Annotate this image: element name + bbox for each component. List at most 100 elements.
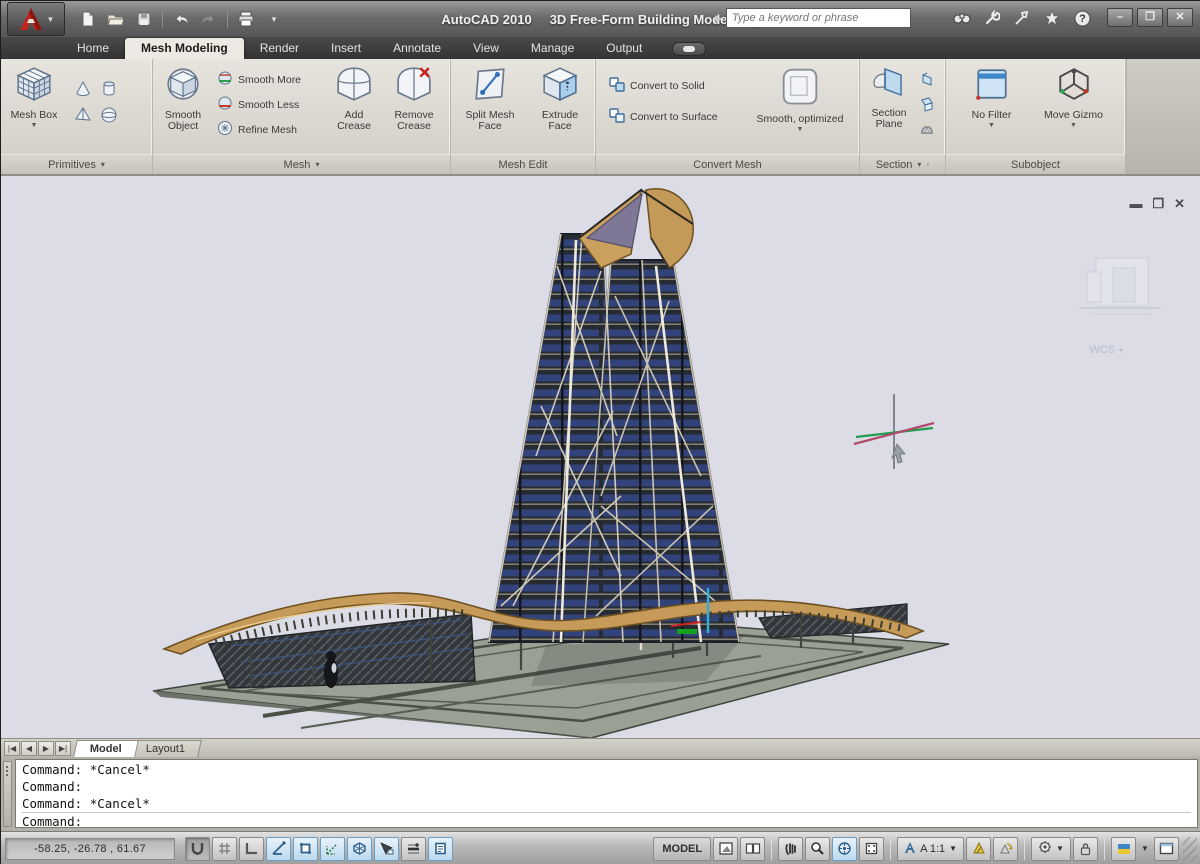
mesh-box-button[interactable]: Mesh Box ▼ xyxy=(1,63,67,131)
plot-button[interactable] xyxy=(233,7,259,31)
open-button[interactable] xyxy=(103,7,129,31)
tab-manage[interactable]: Manage xyxy=(515,38,590,59)
live-section-button[interactable] xyxy=(916,69,938,91)
favorites-star-icon[interactable] xyxy=(1041,7,1063,29)
extrude-face-button[interactable]: Extrude Face xyxy=(531,63,589,134)
panel-title-mesh[interactable]: Mesh ▾ xyxy=(153,154,450,174)
quick-view-drawings-button[interactable] xyxy=(740,837,765,861)
panel-launcher-arrow-icon[interactable]: ◦ xyxy=(926,160,929,169)
move-gizmo-button[interactable]: Move Gizmo ▼ xyxy=(1037,63,1111,131)
viewport-minimize-icon[interactable]: ▬ xyxy=(1129,196,1142,212)
save-button[interactable] xyxy=(131,7,157,31)
panel-title-mesh-edit[interactable]: Mesh Edit xyxy=(451,154,595,174)
last-layout-button[interactable]: ▶| xyxy=(55,741,71,756)
model-space-button[interactable]: MODEL xyxy=(653,837,711,861)
qat-customize-arrow[interactable]: ▼ xyxy=(261,7,287,31)
command-prompt[interactable]: Command: xyxy=(22,812,1191,829)
clean-screen-button[interactable] xyxy=(1154,837,1179,861)
application-status-menu-button[interactable] xyxy=(1111,837,1136,861)
lineweight-toggle[interactable] xyxy=(401,837,426,861)
mesh-sphere-button[interactable] xyxy=(97,103,121,127)
panel-title-convert-mesh[interactable]: Convert Mesh xyxy=(596,154,859,174)
quick-properties-toggle[interactable] xyxy=(428,837,453,861)
restore-button[interactable]: ❐ xyxy=(1137,8,1163,27)
workspace-switching-button[interactable]: ▼ xyxy=(1031,837,1071,861)
viewport-restore-icon[interactable]: ❐ xyxy=(1152,196,1164,212)
mesh-box-dropdown-arrow[interactable]: ▼ xyxy=(31,122,38,129)
tab-mesh-modeling[interactable]: Mesh Modeling xyxy=(125,38,244,59)
smooth-object-button[interactable]: Smooth Object xyxy=(153,63,213,134)
panel-flyout-arrow-icon[interactable]: ▾ xyxy=(917,160,921,169)
help-icon[interactable]: ? xyxy=(1071,7,1093,29)
tab-model[interactable]: Model xyxy=(73,740,138,757)
smooth-optimized-dropdown-arrow[interactable]: ▼ xyxy=(797,126,804,133)
move-gizmo-dropdown-arrow[interactable]: ▼ xyxy=(1070,122,1077,129)
tab-render[interactable]: Render xyxy=(244,38,315,59)
convert-to-solid-button[interactable]: Convert to Solid xyxy=(604,75,746,97)
tab-output[interactable]: Output xyxy=(590,38,658,59)
minimize-ribbon-button[interactable] xyxy=(672,42,706,56)
zoom-button[interactable] xyxy=(805,837,830,861)
ortho-toggle[interactable] xyxy=(239,837,264,861)
qnew-button[interactable] xyxy=(75,7,101,31)
dyn-toggle[interactable] xyxy=(374,837,399,861)
subscription-wrench-icon[interactable] xyxy=(981,7,1003,29)
next-layout-button[interactable]: ▶ xyxy=(38,741,54,756)
add-crease-button[interactable]: Add Crease xyxy=(325,63,383,134)
minimize-button[interactable]: – xyxy=(1107,8,1133,27)
status-menu-arrow[interactable]: ▼ xyxy=(1138,837,1152,861)
tab-layout1[interactable]: Layout1 xyxy=(129,740,202,757)
annotation-scale-button[interactable]: A 1:1 ▼ xyxy=(897,837,964,861)
annotation-visibility-button[interactable] xyxy=(966,837,991,861)
search-binoculars-icon[interactable] xyxy=(951,7,973,29)
close-button[interactable]: ✕ xyxy=(1167,8,1193,27)
smooth-less-button[interactable]: Smooth Less xyxy=(213,94,325,116)
redo-button[interactable] xyxy=(196,7,222,31)
viewport-close-icon[interactable]: ✕ xyxy=(1174,196,1185,212)
smooth-optimized-button[interactable]: Smooth, optimized ▼ xyxy=(746,63,854,135)
drawing-viewport[interactable]: ▬ ❐ ✕ WCS ▾ xyxy=(1,176,1200,738)
prev-layout-button[interactable]: ◀ xyxy=(21,741,37,756)
split-mesh-face-button[interactable]: Split Mesh Face xyxy=(457,63,523,134)
section-plane-button[interactable]: Section Plane xyxy=(864,63,914,132)
convert-to-surface-button[interactable]: Convert to Surface xyxy=(604,106,746,128)
search-flyout-arrow[interactable]: ▶ xyxy=(715,13,722,24)
search-input[interactable] xyxy=(726,8,911,28)
quick-view-layouts-button[interactable] xyxy=(713,837,738,861)
refine-mesh-button[interactable]: Refine Mesh xyxy=(213,119,325,141)
autoscale-annotations-button[interactable] xyxy=(993,837,1018,861)
panel-title-section[interactable]: Section ▾ ◦ xyxy=(860,154,945,174)
mesh-cone-button[interactable] xyxy=(71,77,95,101)
communication-center-icon[interactable] xyxy=(1011,7,1033,29)
no-filter-button[interactable]: No Filter ▼ xyxy=(961,63,1023,131)
application-menu-button[interactable]: ▼ xyxy=(7,2,65,36)
mesh-pyramid-button[interactable] xyxy=(71,103,95,127)
panel-flyout-arrow-icon[interactable]: ▾ xyxy=(315,160,319,169)
panel-title-subobject[interactable]: Subobject xyxy=(946,154,1125,174)
otrack-toggle[interactable] xyxy=(320,837,345,861)
generate-section-button[interactable] xyxy=(916,117,938,139)
undo-button[interactable] xyxy=(168,7,194,31)
first-layout-button[interactable]: |◀ xyxy=(4,741,20,756)
ucs-menu[interactable]: WCS ▾ xyxy=(1089,344,1123,356)
coordinates-readout[interactable]: -58.25, -26.78 , 61.67 xyxy=(5,838,175,860)
remove-crease-button[interactable]: Remove Crease xyxy=(383,63,445,134)
panel-title-primitives[interactable]: Primitives ▾ xyxy=(1,154,152,174)
grid-toggle[interactable] xyxy=(212,837,237,861)
polar-toggle[interactable] xyxy=(266,837,291,861)
toolbar-lock-button[interactable] xyxy=(1073,837,1098,861)
steering-wheel-button[interactable] xyxy=(832,837,857,861)
command-window[interactable]: Command: *Cancel* Command: Command: *Can… xyxy=(1,757,1200,831)
mesh-cylinder-button[interactable] xyxy=(97,77,121,101)
osnap-toggle[interactable] xyxy=(293,837,318,861)
showmotion-button[interactable] xyxy=(859,837,884,861)
tab-annotate[interactable]: Annotate xyxy=(377,38,457,59)
tab-insert[interactable]: Insert xyxy=(315,38,377,59)
panel-flyout-arrow-icon[interactable]: ▾ xyxy=(101,160,105,169)
no-filter-dropdown-arrow[interactable]: ▼ xyxy=(988,122,995,129)
ducs-toggle[interactable] xyxy=(347,837,372,861)
add-jog-button[interactable] xyxy=(916,93,938,115)
tab-view[interactable]: View xyxy=(457,38,515,59)
resize-grip[interactable] xyxy=(1183,837,1197,861)
command-window-grip[interactable] xyxy=(3,761,12,827)
